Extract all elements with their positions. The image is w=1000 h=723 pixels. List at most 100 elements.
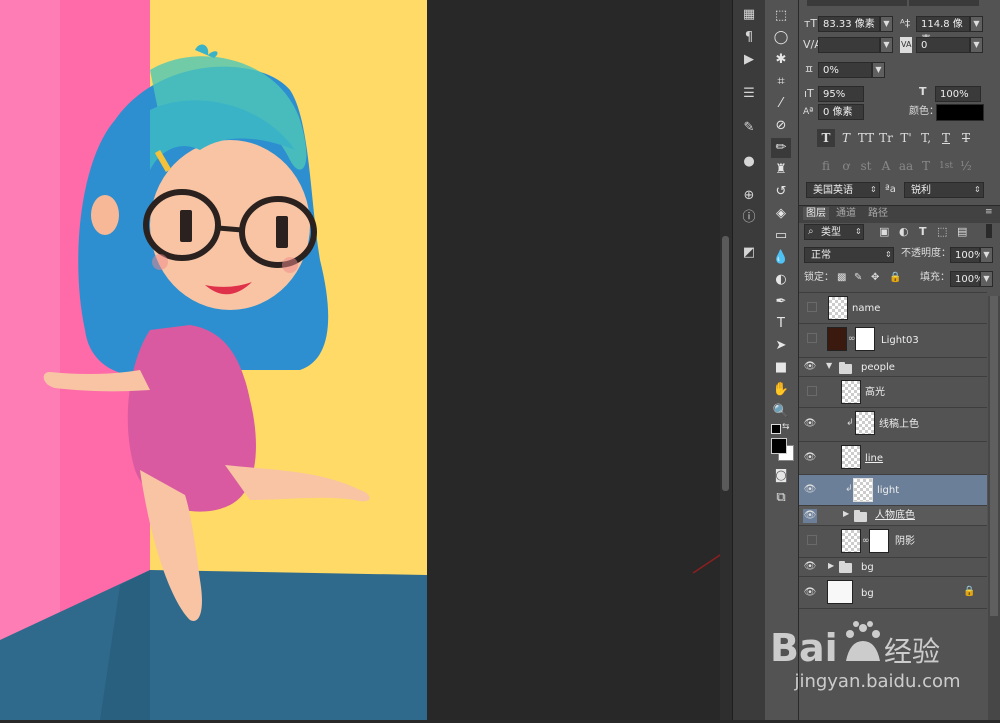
layer-row-shadow[interactable]: ∞ 阴影 xyxy=(799,525,987,557)
pixel-filter-icon[interactable]: ▣ xyxy=(879,224,889,240)
visibility-toggle[interactable] xyxy=(807,386,817,396)
blend-mode-select[interactable]: 正常 xyxy=(804,247,894,263)
adjust-icon[interactable]: ☰ xyxy=(739,84,759,104)
small-caps-button[interactable]: Tr xyxy=(877,129,895,147)
chevron-right-icon[interactable]: ▶ xyxy=(843,509,849,518)
tool-preset-icon[interactable]: ◩ xyxy=(739,243,759,263)
chevron-down-icon[interactable]: ▼ xyxy=(980,271,993,287)
language-select[interactable]: 美国英语 xyxy=(806,182,880,198)
type-tool-icon[interactable]: T xyxy=(771,314,791,334)
font-size-field[interactable]: 83.33 像素 xyxy=(818,16,880,32)
hand-tool-icon[interactable]: ✋ xyxy=(771,380,791,400)
baseline-shift-field[interactable]: 0 像素 xyxy=(818,104,864,120)
brush-preset-icon[interactable]: ✎ xyxy=(739,118,759,138)
layer-row-line[interactable]: 👁 line xyxy=(799,441,987,474)
chevron-down-icon[interactable]: ▼ xyxy=(826,361,832,370)
info-icon[interactable]: ⓘ xyxy=(739,208,759,228)
font-style-field[interactable] xyxy=(909,0,979,6)
layer-row-person-base[interactable]: 👁 ▶ 人物底色 xyxy=(799,505,987,525)
layer-row-bg[interactable]: 👁 bg 🔒 xyxy=(799,576,987,609)
chevron-down-icon[interactable]: ▼ xyxy=(980,247,993,263)
screen-mode-icon[interactable]: ⧉ xyxy=(771,488,791,508)
faux-bold-button[interactable]: T xyxy=(817,129,835,147)
eye-icon[interactable]: 👁 xyxy=(803,483,817,497)
eye-icon[interactable]: 👁 xyxy=(803,417,817,431)
lock-all-icon[interactable]: 🔒 xyxy=(889,270,901,286)
opacity-field[interactable]: 100% xyxy=(950,247,984,263)
layer-row-lineart-color[interactable]: 👁 ↲ 线稿上色 xyxy=(799,407,987,441)
chevron-right-icon[interactable]: ▶ xyxy=(828,561,834,570)
path-selection-tool-icon[interactable]: ➤ xyxy=(771,336,791,356)
brush-tool-icon[interactable]: ✏ xyxy=(771,138,791,158)
titling-alternates-button[interactable]: T xyxy=(917,157,935,175)
scrollbar-thumb[interactable] xyxy=(990,296,998,616)
history-brush-tool-icon[interactable]: ↺ xyxy=(771,182,791,202)
lock-transparency-icon[interactable]: ▩ xyxy=(837,270,846,286)
foreground-color-swatch[interactable] xyxy=(771,438,787,454)
crop-tool-icon[interactable]: ⌗ xyxy=(771,72,791,92)
layer-row-highlight[interactable]: 高光 xyxy=(799,376,987,407)
panel-menu-icon[interactable]: ≡ xyxy=(985,207,993,217)
play-icon[interactable]: ▶ xyxy=(739,50,759,70)
tsume-field[interactable]: 0% xyxy=(818,62,872,78)
scrollbar-thumb[interactable] xyxy=(722,236,729,491)
ligatures-button[interactable]: fi xyxy=(817,157,835,175)
grid-icon[interactable]: ▦ xyxy=(739,5,759,25)
chevron-down-icon[interactable]: ▼ xyxy=(970,16,983,32)
kerning-field[interactable] xyxy=(818,37,880,53)
paragraph-icon[interactable]: ¶ xyxy=(739,28,759,48)
eyedropper-tool-icon[interactable]: ⁄ xyxy=(771,94,791,114)
filter-toggle[interactable] xyxy=(986,224,992,238)
blur-tool-icon[interactable]: 💧 xyxy=(771,248,791,268)
eye-icon[interactable]: 👁 xyxy=(803,560,817,574)
all-caps-button[interactable]: TT xyxy=(857,129,875,147)
stamp-tool-icon[interactable]: ♜ xyxy=(771,160,791,180)
visibility-toggle[interactable] xyxy=(807,302,817,312)
lock-position-icon[interactable]: ✥ xyxy=(871,270,879,286)
ku-icon[interactable]: ● xyxy=(739,152,759,172)
gradient-tool-icon[interactable]: ▭ xyxy=(771,226,791,246)
smartobject-filter-icon[interactable]: ▤ xyxy=(957,224,967,240)
antialias-select[interactable]: 锐利 xyxy=(904,182,984,198)
strikethrough-button[interactable]: T xyxy=(957,129,975,147)
horizontal-scale-field[interactable]: 100% xyxy=(935,86,981,102)
lasso-tool-icon[interactable]: ◯ xyxy=(771,28,791,48)
default-colors-icon[interactable] xyxy=(771,424,781,434)
subscript-button[interactable]: T, xyxy=(917,129,935,147)
magic-wand-tool-icon[interactable]: ✱ xyxy=(771,50,791,70)
pen-tool-icon[interactable]: ✒ xyxy=(771,292,791,312)
swap-colors-icon[interactable]: ⇆ xyxy=(782,422,790,432)
layer-row-light[interactable]: 👁 ↲ light xyxy=(799,474,987,505)
eye-icon[interactable]: 👁 xyxy=(803,509,817,523)
underline-button[interactable]: T xyxy=(937,129,955,147)
visibility-toggle[interactable] xyxy=(807,535,817,545)
text-color-swatch[interactable] xyxy=(936,104,984,121)
clone-source-icon[interactable]: ⊕ xyxy=(739,186,759,206)
quick-mask-icon[interactable]: ◙ xyxy=(771,466,791,486)
document-canvas[interactable] xyxy=(0,0,427,720)
layer-row-people[interactable]: 👁 ▼ people xyxy=(799,357,987,376)
fractions-button[interactable]: ½ xyxy=(957,157,975,175)
eye-icon[interactable]: 👁 xyxy=(803,586,817,600)
tab-paths[interactable]: 路径 xyxy=(865,207,891,220)
fill-field[interactable]: 100% xyxy=(950,271,984,287)
type-filter-icon[interactable]: T xyxy=(919,224,927,240)
layer-row-bg-group[interactable]: 👁 ▶ bg xyxy=(799,557,987,576)
zoom-tool-icon[interactable]: 🔍 xyxy=(771,402,791,422)
visibility-toggle[interactable] xyxy=(807,333,817,343)
adjustment-filter-icon[interactable]: ◐ xyxy=(899,224,909,240)
eraser-tool-icon[interactable]: ◈ xyxy=(771,204,791,224)
tab-layers[interactable]: 图层 xyxy=(803,207,829,220)
canvas-vertical-scrollbar[interactable] xyxy=(720,0,732,720)
dodge-tool-icon[interactable]: ◐ xyxy=(771,270,791,290)
chevron-down-icon[interactable]: ▼ xyxy=(880,16,893,32)
eye-icon[interactable]: 👁 xyxy=(803,451,817,465)
chevron-down-icon[interactable]: ▼ xyxy=(872,62,885,78)
stylistic-alternates-button[interactable]: aa xyxy=(897,157,915,175)
lock-pixels-icon[interactable]: ✎ xyxy=(854,270,862,286)
font-family-field[interactable] xyxy=(807,0,907,6)
chevron-down-icon[interactable]: ▼ xyxy=(970,37,983,53)
tab-channels[interactable]: 通道 xyxy=(833,207,859,220)
contextual-alternates-button[interactable]: ơ xyxy=(837,157,855,175)
shape-tool-icon[interactable]: ■ xyxy=(771,358,791,378)
